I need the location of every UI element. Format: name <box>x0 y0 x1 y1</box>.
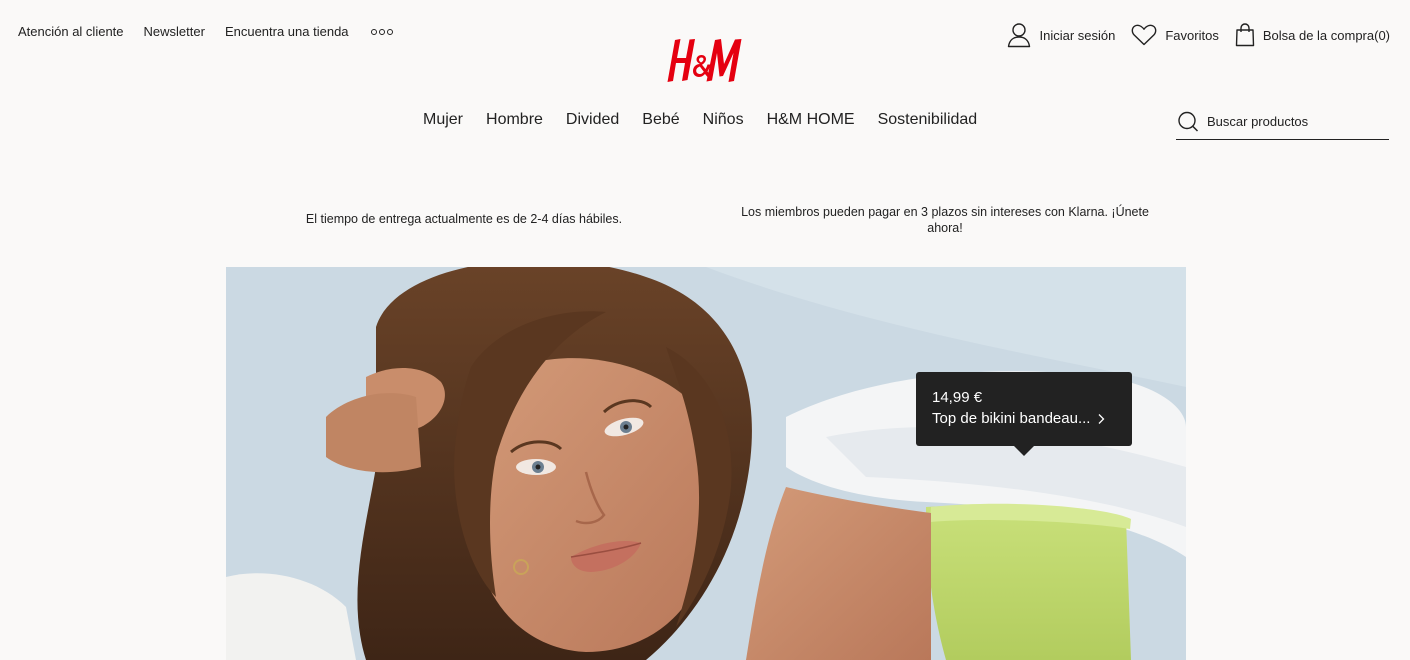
shopping-bag-icon <box>1235 23 1255 47</box>
find-store-link[interactable]: Encuentra una tienda <box>225 24 349 39</box>
customer-service-link[interactable]: Atención al cliente <box>18 24 124 39</box>
newsletter-link[interactable]: Newsletter <box>144 24 205 39</box>
heart-icon <box>1131 24 1157 46</box>
product-price: 14,99 € <box>932 389 983 406</box>
favorites-label: Favoritos <box>1165 27 1219 43</box>
main-navigation: Mujer Hombre Divided Bebé Niños H&M HOME… <box>423 111 977 129</box>
klarna-notice[interactable]: Los miembros pueden pagar en 3 plazos si… <box>726 204 1164 236</box>
favorites-button[interactable]: Favoritos <box>1131 24 1219 46</box>
user-icon <box>1008 23 1031 48</box>
nav-item-sostenibilidad[interactable]: Sostenibilidad <box>878 111 978 129</box>
shopping-bag-label: Bolsa de la compra(0) <box>1262 27 1390 43</box>
search-icon[interactable] <box>1177 111 1199 133</box>
product-name: Top de bikini bandeau... <box>932 410 1091 427</box>
account-links: Iniciar sesión Favoritos Bolsa de la com… <box>1007 22 1390 48</box>
search-bar <box>1176 104 1389 140</box>
utility-links: Atención al cliente Newsletter Encuentra… <box>18 24 393 39</box>
nav-item-bebe[interactable]: Bebé <box>642 111 679 129</box>
nav-item-hm-home[interactable]: H&M HOME <box>767 111 855 129</box>
tooltip-pointer <box>1013 445 1035 456</box>
hero-image[interactable] <box>226 267 1186 660</box>
nav-item-mujer[interactable]: Mujer <box>423 111 463 129</box>
shopping-bag-button[interactable]: Bolsa de la compra(0) <box>1235 23 1390 47</box>
hm-logo[interactable] <box>666 34 746 88</box>
search-input[interactable] <box>1207 114 1382 129</box>
product-hotspot-tooltip[interactable]: 14,99 € Top de bikini bandeau... <box>916 372 1132 456</box>
more-dots-icon[interactable] <box>370 28 393 35</box>
nav-item-divided[interactable]: Divided <box>566 111 619 129</box>
login-button[interactable]: Iniciar sesión <box>1007 22 1115 48</box>
product-name-row: Top de bikini bandeau... <box>932 408 1132 430</box>
login-label: Iniciar sesión <box>1039 27 1116 43</box>
chevron-right-icon <box>1098 414 1105 424</box>
nav-item-ninos[interactable]: Niños <box>703 111 744 129</box>
delivery-notice[interactable]: El tiempo de entrega actualmente es de 2… <box>276 211 652 227</box>
nav-item-hombre[interactable]: Hombre <box>486 111 543 129</box>
